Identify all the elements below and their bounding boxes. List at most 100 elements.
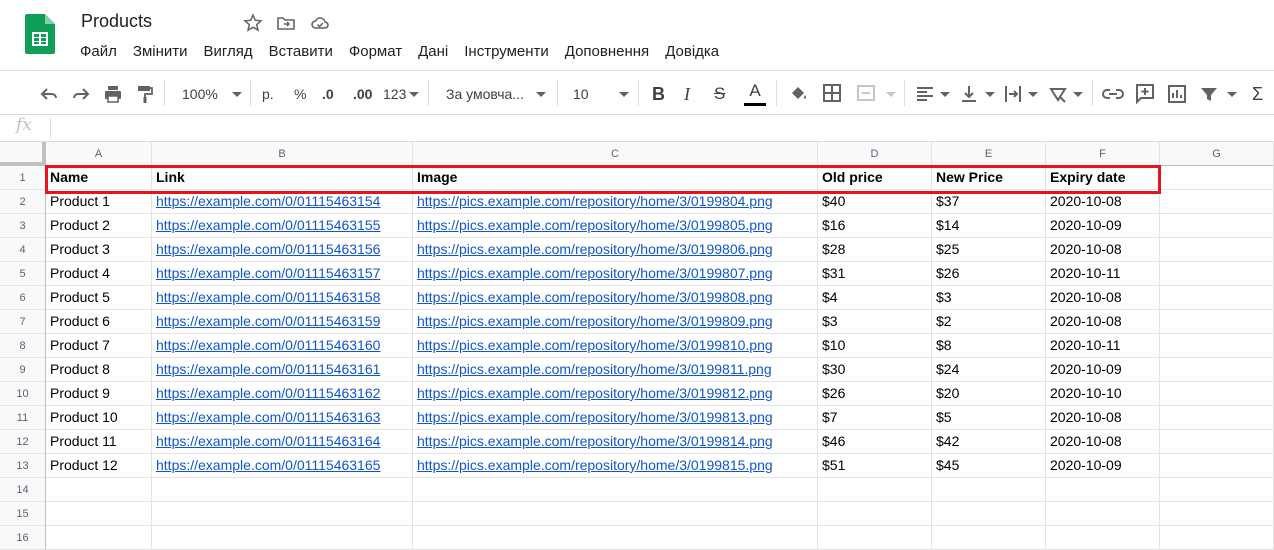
increase-decimal-button[interactable]: .00 [353, 81, 372, 107]
menu-format[interactable]: Формат [349, 43, 402, 60]
row-header[interactable]: 8 [0, 334, 46, 358]
menu-data[interactable]: Дані [418, 43, 448, 60]
grid-cell[interactable]: Product 12 [46, 454, 152, 478]
header-cell[interactable]: Name [46, 166, 152, 190]
grid-cell[interactable]: 2020-10-10 [1046, 382, 1160, 406]
row-header[interactable]: 4 [0, 238, 46, 262]
grid-cell[interactable]: $37 [932, 190, 1046, 214]
row-header[interactable]: 1 [0, 166, 46, 190]
row-header[interactable]: 9 [0, 358, 46, 382]
row-header[interactable]: 10 [0, 382, 46, 406]
grid-cell[interactable]: Product 7 [46, 334, 152, 358]
grid-cell[interactable] [1160, 406, 1274, 430]
column-header-a[interactable]: A [46, 142, 152, 166]
row-header[interactable]: 11 [0, 406, 46, 430]
grid-cell[interactable]: 2020-10-08 [1046, 310, 1160, 334]
row-header[interactable]: 13 [0, 454, 46, 478]
grid-cell[interactable] [1160, 454, 1274, 478]
row-header[interactable]: 5 [0, 262, 46, 286]
column-header-d[interactable]: D [818, 142, 932, 166]
grid-cell[interactable] [152, 478, 413, 502]
grid-cell[interactable] [1160, 286, 1274, 310]
grid-cell[interactable] [1160, 214, 1274, 238]
grid-cell[interactable]: 2020-10-11 [1046, 262, 1160, 286]
grid-cell[interactable] [818, 502, 932, 526]
grid-cell[interactable]: $25 [932, 238, 1046, 262]
undo-icon[interactable] [39, 84, 59, 104]
grid-cell[interactable]: https://pics.example.com/repository/home… [413, 382, 818, 406]
grid-cell[interactable] [1160, 310, 1274, 334]
row-header[interactable]: 2 [0, 190, 46, 214]
grid-cell[interactable]: $16 [818, 214, 932, 238]
grid-cell[interactable]: https://pics.example.com/repository/home… [413, 286, 818, 310]
grid-cell[interactable]: $14 [932, 214, 1046, 238]
strikethrough-icon[interactable]: S [714, 81, 725, 107]
row-header[interactable]: 12 [0, 430, 46, 454]
grid-cell[interactable] [46, 502, 152, 526]
grid-cell[interactable]: $40 [818, 190, 932, 214]
comment-icon[interactable] [1134, 82, 1156, 104]
row-header[interactable]: 3 [0, 214, 46, 238]
grid-cell[interactable]: $5 [932, 406, 1046, 430]
grid-cell[interactable] [932, 502, 1046, 526]
grid-cell[interactable]: 2020-10-08 [1046, 190, 1160, 214]
grid-cell[interactable] [413, 502, 818, 526]
grid-cell[interactable]: Product 1 [46, 190, 152, 214]
font-size-select[interactable]: 10 [573, 81, 629, 107]
row-header[interactable]: 14 [0, 478, 46, 502]
grid-cell[interactable]: 2020-10-09 [1046, 214, 1160, 238]
row-header[interactable]: 6 [0, 286, 46, 310]
header-cell[interactable]: Expiry date [1046, 166, 1160, 190]
fill-color-icon[interactable] [788, 83, 810, 105]
grid-cell[interactable] [1160, 190, 1274, 214]
grid-cell[interactable]: https://pics.example.com/repository/home… [413, 406, 818, 430]
grid-cell[interactable]: $3 [818, 310, 932, 334]
row-header[interactable]: 7 [0, 310, 46, 334]
grid-cell[interactable] [152, 502, 413, 526]
grid-cell[interactable]: https://example.com/0/01115463160 [152, 334, 413, 358]
grid-cell[interactable]: $3 [932, 286, 1046, 310]
grid-cell[interactable] [1160, 382, 1274, 406]
grid-cell[interactable] [1160, 358, 1274, 382]
grid-cell[interactable]: Product 10 [46, 406, 152, 430]
star-icon[interactable] [243, 13, 263, 33]
grid-cell[interactable]: https://pics.example.com/repository/home… [413, 238, 818, 262]
grid-cell[interactable]: https://pics.example.com/repository/home… [413, 430, 818, 454]
grid-cell[interactable] [1046, 526, 1160, 550]
text-wrap-icon[interactable] [1003, 84, 1023, 104]
functions-icon[interactable]: Σ [1252, 81, 1263, 107]
grid-cell[interactable]: $2 [932, 310, 1046, 334]
grid-cell[interactable] [1160, 238, 1274, 262]
grid-cell[interactable]: $46 [818, 430, 932, 454]
grid-cell[interactable] [818, 526, 932, 550]
menu-file[interactable]: Файл [80, 43, 117, 60]
grid-cell[interactable]: https://pics.example.com/repository/home… [413, 310, 818, 334]
column-header-f[interactable]: F [1046, 142, 1160, 166]
row-header[interactable]: 16 [0, 526, 46, 550]
grid-cell[interactable]: $26 [932, 262, 1046, 286]
grid-cell[interactable]: 2020-10-09 [1046, 358, 1160, 382]
grid-cell[interactable]: https://example.com/0/01115463159 [152, 310, 413, 334]
grid-cell[interactable] [413, 478, 818, 502]
align-vertical-icon[interactable] [959, 84, 979, 104]
grid-cell[interactable]: Product 2 [46, 214, 152, 238]
grid-cell[interactable]: https://example.com/0/01115463165 [152, 454, 413, 478]
borders-icon[interactable] [822, 83, 842, 103]
grid-cell[interactable]: $20 [932, 382, 1046, 406]
grid-cell[interactable]: https://example.com/0/01115463155 [152, 214, 413, 238]
print-icon[interactable] [103, 84, 123, 104]
grid-cell[interactable]: https://pics.example.com/repository/home… [413, 358, 818, 382]
column-header-b[interactable]: B [152, 142, 413, 166]
chart-icon[interactable] [1166, 83, 1188, 105]
cloud-status-icon[interactable] [310, 13, 330, 33]
grid-cell[interactable]: 2020-10-11 [1046, 334, 1160, 358]
grid-cell[interactable]: Product 9 [46, 382, 152, 406]
grid-cell[interactable]: 2020-10-08 [1046, 430, 1160, 454]
grid-cell[interactable] [1160, 262, 1274, 286]
move-to-folder-icon[interactable] [276, 13, 296, 33]
grid-cell[interactable] [1160, 502, 1274, 526]
more-formats-select[interactable]: 123 [383, 81, 420, 107]
grid-cell[interactable]: Product 11 [46, 430, 152, 454]
grid-cell[interactable] [46, 526, 152, 550]
grid-cell[interactable] [1160, 478, 1274, 502]
